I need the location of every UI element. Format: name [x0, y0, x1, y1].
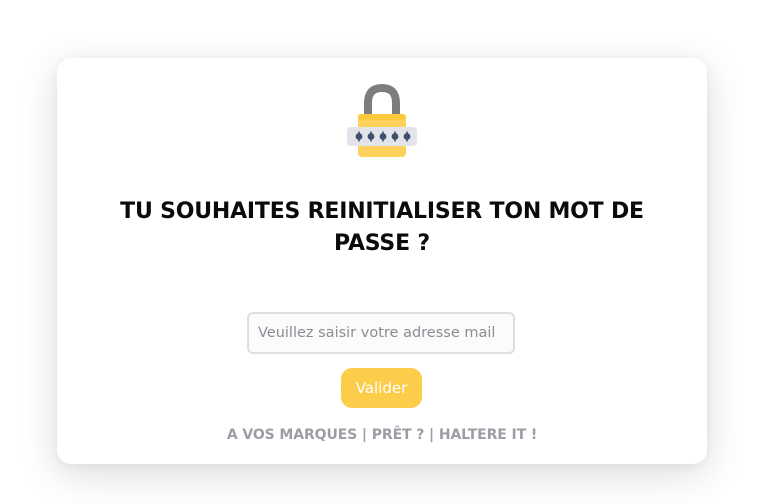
padlock-password-icon: [347, 84, 417, 157]
reset-password-card: TU SOUHAITES REINITIALISER TON MOT DE PA…: [57, 58, 707, 464]
page-title: TU SOUHAITES REINITIALISER TON MOT DE PA…: [120, 199, 644, 256]
footer-tagline: A VOS MARQUES | PRÊT ? | HALTERE IT !: [226, 427, 538, 443]
page: TU SOUHAITES REINITIALISER TON MOT DE PA…: [0, 0, 760, 504]
submit-button[interactable]: Valider: [341, 368, 422, 408]
email-input[interactable]: [247, 312, 515, 354]
